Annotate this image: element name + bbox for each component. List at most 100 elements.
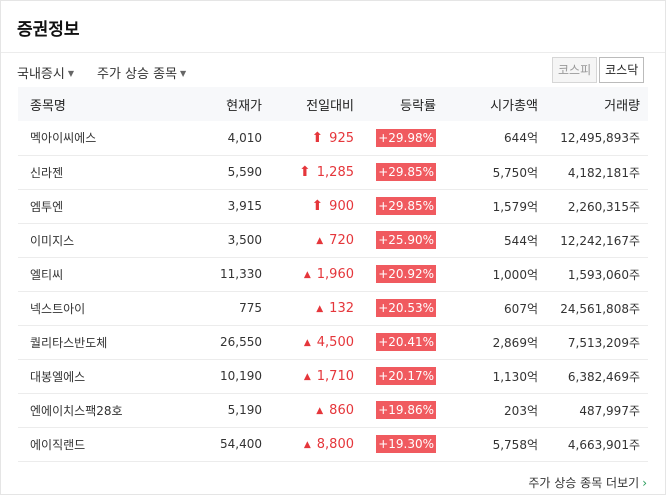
rise-triangle-icon: ▲: [316, 235, 324, 246]
table-row[interactable]: 엘티씨 11,330 ▲ 1,960 +20.92% 1,000억 1,593,060주: [18, 257, 648, 291]
change-value: 1,960: [316, 266, 354, 282]
market-cap: 1,579억: [492, 199, 538, 214]
header-market-cap: 시가총액: [490, 98, 538, 114]
stock-name-link[interactable]: 신라젠: [30, 166, 63, 180]
market-cap: 644억: [504, 131, 538, 146]
upper-limit-arrow-icon: ⬆: [311, 129, 324, 146]
current-price: 3,915: [227, 199, 262, 213]
table-row[interactable]: 신라젠 5,590 ⬆ 1,285 +29.85% 5,750억 4,182,181주: [18, 155, 648, 189]
tab-kosdaq[interactable]: 코스닥: [599, 57, 645, 83]
stock-name-link[interactable]: 엘티씨: [30, 268, 63, 282]
panel-title: 증권정보: [17, 20, 80, 40]
volume: 12,242,167주: [560, 233, 640, 248]
stock-name-link[interactable]: 퀄리타스반도체: [30, 336, 107, 350]
rise-triangle-icon: ▲: [316, 303, 324, 314]
market-toggle: 코스피 코스닥: [552, 57, 645, 83]
volume: 4,182,181주: [567, 165, 640, 180]
current-price: 11,330: [220, 267, 262, 281]
table-row[interactable]: 엔에이치스팩28호 5,190 ▲ 860 +19.86% 203억 487,997주: [18, 393, 648, 427]
volume: 1,593,060주: [567, 267, 640, 282]
stock-name-link[interactable]: 엠투엔: [30, 200, 63, 214]
rate-badge: +25.90%: [376, 231, 436, 249]
title-divider: [1, 52, 665, 53]
rate-badge: +29.85%: [376, 197, 436, 215]
change-value: 860: [329, 402, 354, 418]
current-price: 775: [239, 301, 262, 315]
rate-badge: +20.53%: [376, 299, 436, 317]
change-value: 900: [329, 199, 354, 214]
change-value: 720: [329, 232, 354, 248]
table-row[interactable]: 대봉엘에스 10,190 ▲ 1,710 +20.17% 1,130억 6,382,469주: [18, 359, 648, 393]
upper-limit-arrow-icon: ⬆: [311, 198, 324, 214]
current-price: 3,500: [227, 233, 262, 247]
caret-down-icon: ▼: [67, 69, 74, 78]
current-price: 5,590: [227, 165, 262, 179]
market-cap: 5,750억: [492, 165, 538, 180]
current-price: 26,550: [220, 335, 262, 349]
header-name: 종목명: [30, 98, 66, 114]
rise-triangle-icon: ▲: [303, 439, 311, 450]
current-price: 10,190: [220, 369, 262, 383]
chevron-right-icon: ›: [642, 476, 647, 490]
rise-triangle-icon: ▲: [303, 269, 311, 280]
volume: 2,260,315주: [567, 199, 640, 214]
market-cap: 544억: [504, 233, 538, 248]
rate-badge: +29.85%: [376, 163, 436, 181]
rise-triangle-icon: ▲: [316, 405, 324, 416]
tab-kospi[interactable]: 코스피: [552, 57, 598, 83]
rate-badge: +19.86%: [376, 401, 436, 419]
header-price: 현재가: [226, 98, 262, 114]
upper-limit-arrow-icon: ⬆: [299, 164, 311, 180]
market-cap: 1,000억: [492, 267, 538, 282]
rate-badge: +29.98%: [376, 128, 436, 147]
volume: 12,495,893주: [560, 131, 640, 146]
volume: 4,663,901주: [567, 437, 640, 452]
stock-name-link[interactable]: 엔에이치스팩28호: [30, 404, 123, 418]
header-rate: 등락률: [400, 98, 436, 114]
category-dropdown-label: 주가 상승 종목: [97, 67, 178, 82]
table-row[interactable]: 엠투엔 3,915 ⬆ 900 +29.85% 1,579억 2,260,315주: [18, 189, 648, 223]
rate-badge: +20.41%: [376, 333, 436, 351]
table-row[interactable]: 멕아이씨에스 4,010 ⬆ 925 +29.98% 644억 12,495,893주: [18, 121, 648, 155]
current-price: 54,400: [220, 437, 262, 451]
more-link-label: 주가 상승 종목 더보기: [528, 476, 640, 490]
caret-down-icon: ▼: [180, 69, 187, 78]
change-value: 4,500: [316, 334, 354, 350]
change-value: 925: [329, 130, 354, 146]
market-dropdown[interactable]: 국내증시 ▼: [17, 63, 74, 82]
stock-name-link[interactable]: 멕아이씨에스: [30, 131, 96, 145]
stock-info-panel: 증권정보 국내증시 ▼ 주가 상승 종목 ▼ 코스피 코스닥 종목명 현재가 전일대…: [0, 0, 666, 495]
header-change: 전일대비: [306, 98, 354, 114]
category-dropdown[interactable]: 주가 상승 종목 ▼: [97, 63, 186, 82]
current-price: 4,010: [227, 130, 262, 145]
rate-badge: +20.92%: [376, 265, 436, 283]
volume: 24,561,808주: [560, 301, 640, 316]
stock-name-link[interactable]: 대봉엘에스: [30, 370, 85, 384]
table-row[interactable]: 에이직랜드 54,400 ▲ 8,800 +19.30% 5,758억 4,663,901주: [18, 427, 648, 461]
rise-triangle-icon: ▲: [303, 337, 311, 348]
change-value: 132: [329, 300, 354, 316]
stock-name-link[interactable]: 넥스트아이: [30, 302, 85, 316]
volume: 487,997주: [579, 403, 640, 418]
stock-name-link[interactable]: 이미지스: [30, 234, 74, 248]
market-cap: 5,758억: [492, 437, 538, 452]
rate-badge: +19.30%: [376, 435, 436, 453]
more-rising-stocks-link[interactable]: 주가 상승 종목 더보기 ›: [528, 474, 647, 491]
market-cap: 1,130억: [492, 369, 538, 384]
rate-badge: +20.17%: [376, 367, 436, 385]
market-cap: 607억: [504, 301, 538, 316]
stock-name-link[interactable]: 에이직랜드: [30, 438, 85, 452]
rise-triangle-icon: ▲: [303, 371, 311, 382]
market-cap: 2,869억: [492, 335, 538, 350]
market-dropdown-label: 국내증시: [17, 67, 65, 82]
table-row[interactable]: 넥스트아이 775 ▲ 132 +20.53% 607억 24,561,808주: [18, 291, 648, 325]
table-row[interactable]: 이미지스 3,500 ▲ 720 +25.90% 544억 12,242,167주: [18, 223, 648, 257]
table-row[interactable]: 퀄리타스반도체 26,550 ▲ 4,500 +20.41% 2,869억 7,513,20…: [18, 325, 648, 359]
table-header-row: 종목명 현재가 전일대비 등락률 시가총액 거래량: [18, 87, 648, 121]
change-value: 1,285: [316, 165, 354, 180]
market-cap: 203억: [504, 403, 538, 418]
change-value: 8,800: [316, 436, 354, 452]
volume: 7,513,209주: [567, 335, 640, 350]
change-value: 1,710: [316, 368, 354, 384]
stock-table: 종목명 현재가 전일대비 등락률 시가총액 거래량 멕아이씨에스 4,010 ⬆ 92…: [18, 87, 648, 462]
